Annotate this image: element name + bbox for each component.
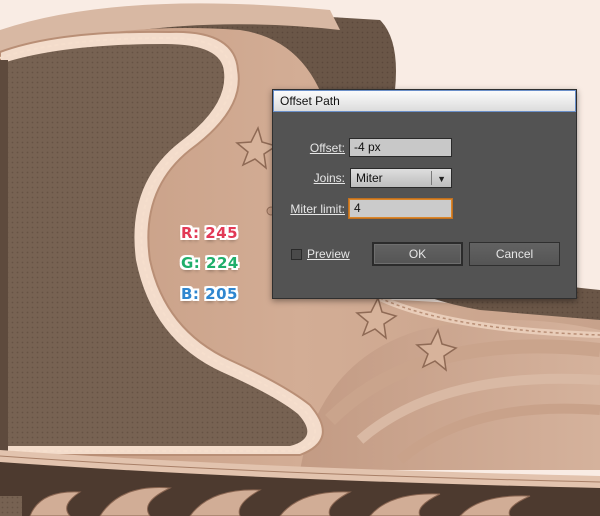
miter-limit-label: Miter limit: [290, 202, 345, 216]
red-value-label: R: 245 [181, 224, 239, 242]
dropdown-separator [431, 171, 432, 185]
preview-label[interactable]: Preview [307, 247, 350, 261]
miter-limit-input[interactable]: 4 [349, 199, 452, 218]
green-value-label: G: 224 [181, 254, 239, 272]
offset-input[interactable]: -4 px [349, 138, 452, 157]
preview-checkbox[interactable] [291, 249, 302, 260]
ok-button[interactable]: OK [372, 242, 463, 266]
blue-value-label: B: 205 [181, 285, 238, 303]
joins-selected-value: Miter [356, 171, 383, 185]
offset-label: Offset: [309, 141, 345, 155]
dialog-titlebar[interactable]: Offset Path [273, 90, 576, 112]
cancel-button[interactable]: Cancel [469, 242, 560, 266]
joins-label: Joins: [313, 171, 345, 185]
offset-path-dialog: Offset Path Offset: -4 px Joins: Miter ▼… [272, 89, 577, 299]
joins-dropdown[interactable]: Miter ▼ [350, 168, 452, 188]
chevron-down-icon: ▼ [437, 174, 446, 184]
dialog-title: Offset Path [280, 94, 340, 108]
